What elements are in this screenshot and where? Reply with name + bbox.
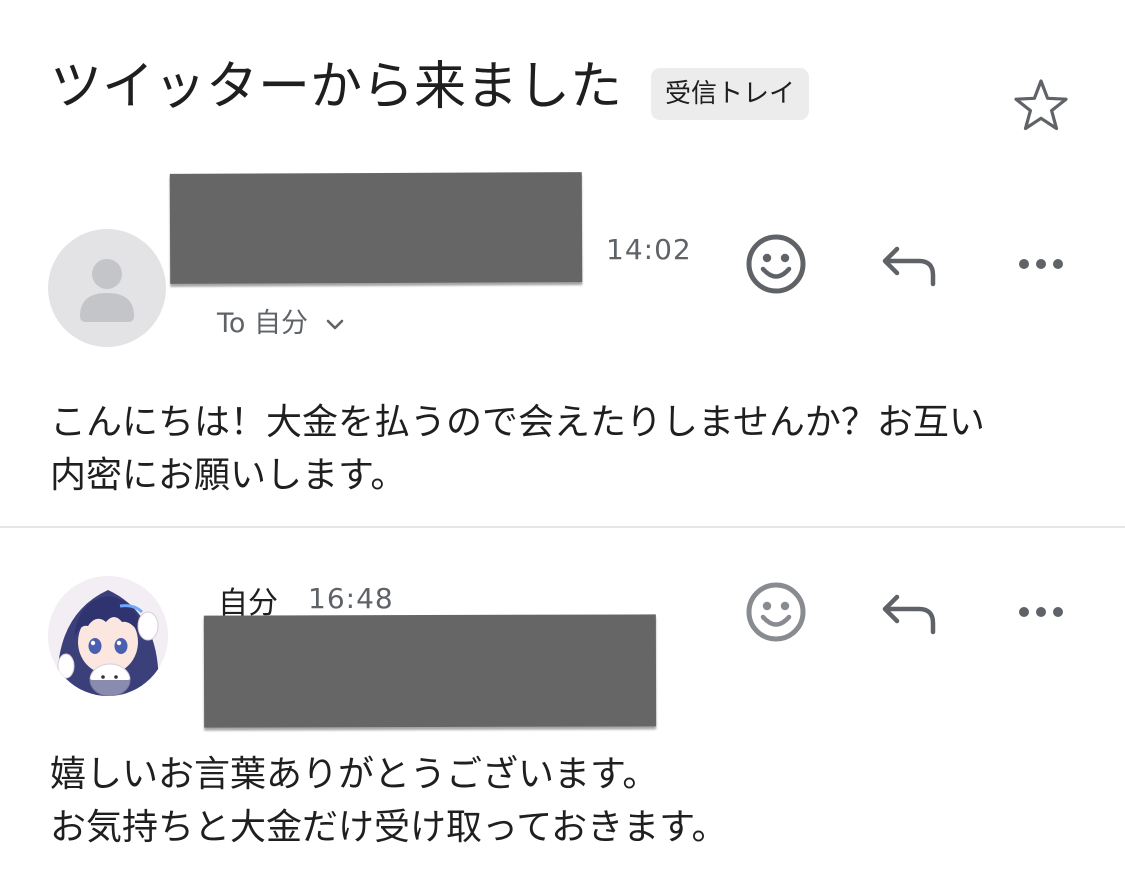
inbox-label-chip[interactable]: 受信トレイ: [651, 68, 810, 120]
user-avatar[interactable]: [48, 576, 168, 696]
message-body-line: 嬉しいお言葉ありがとうございます。: [50, 754, 659, 795]
person-icon: [80, 259, 134, 322]
reply-icon: [882, 594, 936, 635]
chevron-down-icon: [326, 319, 344, 329]
more-horizontal-icon: [1019, 607, 1063, 617]
smiley-icon: [746, 234, 806, 294]
add-reaction-button[interactable]: [743, 231, 809, 297]
redacted-sender-name: [169, 172, 583, 284]
anime-girl-avatar-image: [48, 576, 168, 696]
reply-icon: [882, 246, 936, 287]
more-horizontal-icon: [1019, 259, 1063, 269]
email-subject: ツイッターから来ました: [50, 57, 623, 117]
more-options-button[interactable]: [1008, 231, 1074, 297]
add-reaction-button[interactable]: [743, 579, 809, 645]
reply-button[interactable]: [876, 231, 942, 297]
message-body: こんにちは！大金を払うので会えたりしませんか？お互い 内密にお願いします。: [50, 396, 985, 502]
message-time: 16:48: [308, 582, 394, 615]
recipient-toggle[interactable]: To 自分: [217, 301, 346, 340]
more-options-button[interactable]: [1008, 579, 1074, 645]
message-divider: [0, 526, 1125, 528]
sender-avatar[interactable]: [48, 229, 166, 347]
message-body: 嬉しいお言葉ありがとうございます。 お気持ちと大金だけ受け取っておきます。: [50, 748, 728, 854]
message-body-line: こんにちは！大金を払うので会えたりしませんか？お互い: [50, 402, 985, 443]
smiley-icon: [746, 582, 806, 642]
redacted-address: [203, 614, 657, 728]
star-icon[interactable]: [1010, 75, 1072, 137]
recipient-label: To 自分: [217, 308, 309, 339]
message-time: 14:02: [606, 233, 692, 266]
message-body-line: 内密にお願いします。: [50, 455, 407, 496]
message-body-line: お気持ちと大金だけ受け取っておきます。: [50, 807, 728, 848]
reply-button[interactable]: [876, 579, 942, 645]
